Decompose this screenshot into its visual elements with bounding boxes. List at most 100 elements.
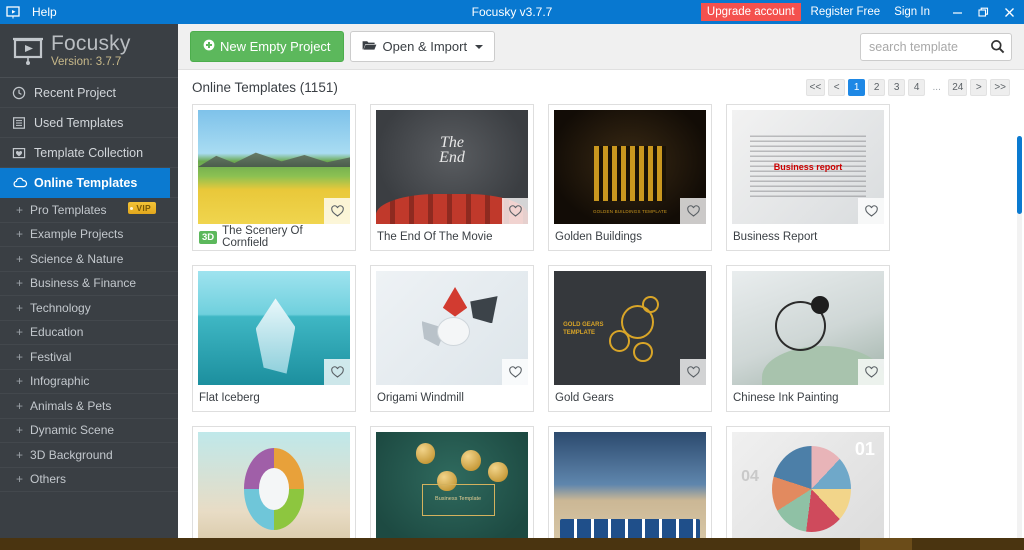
search-icon[interactable] — [990, 39, 1005, 59]
template-thumbnail[interactable] — [376, 271, 528, 385]
close-icon[interactable] — [996, 0, 1022, 24]
pagination-page-3[interactable]: 3 — [888, 78, 906, 96]
sidebar-category-example-projects[interactable]: + Example Projects — [0, 223, 178, 247]
thumbnail-art-gear — [633, 341, 653, 363]
template-thumbnail[interactable] — [554, 432, 706, 538]
sidebar-category-business-finance[interactable]: + Business & Finance — [0, 272, 178, 296]
sidebar-category-label: Animals & Pets — [30, 398, 112, 413]
sidebar-item-label: Used Templates — [34, 115, 124, 130]
expand-plus-icon: + — [16, 202, 24, 217]
template-card[interactable]: Business Template — [370, 426, 534, 538]
pagination-page-2[interactable]: 2 — [868, 78, 886, 96]
template-card[interactable] — [548, 426, 712, 538]
template-card-footer: Origami Windmill — [376, 385, 528, 411]
template-card[interactable]: The End The End Of The Movie — [370, 104, 534, 251]
pagination-page-24[interactable]: 24 — [948, 78, 968, 96]
sidebar-category-infographic[interactable]: + Infographic — [0, 370, 178, 394]
template-card[interactable]: Business report Business Report — [726, 104, 890, 251]
heart-icon[interactable] — [680, 198, 706, 224]
presentation-screen-icon — [8, 36, 48, 66]
sidebar-category-label: Others — [30, 472, 67, 487]
sidebar-category-technology[interactable]: + Technology — [0, 296, 178, 321]
taskbar-active-window[interactable] — [860, 538, 912, 550]
template-thumbnail[interactable]: Business report — [732, 110, 884, 224]
heart-icon[interactable] — [502, 198, 528, 224]
menu-help[interactable]: Help — [26, 0, 63, 24]
sign-in-link[interactable]: Sign In — [894, 6, 930, 18]
page-title: Online Templates (1151) — [192, 79, 338, 95]
template-thumbnail[interactable]: Business Template — [376, 432, 528, 538]
upgrade-account-button[interactable]: Upgrade account — [700, 3, 801, 21]
template-card[interactable]: 3D The Scenery Of Cornfield — [192, 104, 356, 251]
scrollbar-thumb[interactable] — [1017, 136, 1022, 214]
pagination-first[interactable]: << — [805, 78, 826, 96]
pagination-next[interactable]: > — [970, 78, 988, 96]
os-taskbar — [0, 538, 1024, 550]
pagination-page-1[interactable]: 1 — [848, 78, 866, 96]
template-row: 3D The Scenery Of Cornfield The End The E… — [192, 104, 1010, 251]
sidebar-item-label: Template Collection — [34, 145, 144, 160]
template-row: Flat Iceberg Origami Windmill GOLD GEARS… — [192, 265, 1010, 412]
template-thumbnail[interactable] — [198, 110, 350, 224]
template-thumbnail[interactable] — [198, 432, 350, 538]
template-card-footer: 3D The Scenery Of Cornfield — [198, 224, 350, 250]
heart-icon[interactable] — [680, 359, 706, 385]
heart-icon[interactable] — [324, 198, 350, 224]
template-title: Gold Gears — [555, 392, 614, 404]
template-card[interactable]: Chinese Ink Painting — [726, 265, 890, 412]
heart-icon[interactable] — [858, 198, 884, 224]
vertical-scrollbar[interactable] — [1017, 136, 1022, 550]
cloud-icon — [12, 177, 34, 189]
template-thumbnail[interactable]: 01 04 — [732, 432, 884, 538]
open-import-button[interactable]: Open & Import — [349, 31, 496, 62]
template-title: The Scenery Of Cornfield — [222, 225, 303, 249]
template-thumbnail[interactable] — [732, 271, 884, 385]
new-empty-project-button[interactable]: New Empty Project — [190, 31, 344, 62]
sidebar-item-recent-project[interactable]: Recent Project — [0, 78, 178, 108]
search-input[interactable] — [861, 34, 979, 59]
template-card[interactable]: 01 04 — [726, 426, 890, 538]
title-bar: Help Focusky v3.7.7 Upgrade account Regi… — [0, 0, 1024, 24]
thumbnail-art-ornament — [415, 443, 436, 464]
thumbnail-art-text: 01 — [854, 438, 875, 459]
pagination-prev[interactable]: < — [828, 78, 846, 96]
sidebar-item-used-templates[interactable]: Used Templates — [0, 108, 178, 138]
sidebar-category-festival[interactable]: + Festival — [0, 345, 178, 370]
template-card[interactable]: Origami Windmill — [370, 265, 534, 412]
heart-icon[interactable] — [324, 359, 350, 385]
template-card[interactable]: GOLDEN BUILDINGS TEMPLATE Golden Buildin… — [548, 104, 712, 251]
toolbar: New Empty Project Open & Import — [178, 24, 1024, 70]
template-thumbnail[interactable]: GOLDEN BUILDINGS TEMPLATE — [554, 110, 706, 224]
open-import-label: Open & Import — [382, 39, 468, 54]
template-card[interactable]: GOLD GEARS TEMPLATE Gold Gears — [548, 265, 712, 412]
sidebar-category-label: Dynamic Scene — [30, 423, 115, 438]
heart-icon[interactable] — [858, 359, 884, 385]
minimize-icon[interactable] — [944, 0, 970, 24]
sidebar-category-label: Example Projects — [30, 227, 124, 242]
sidebar-category-others[interactable]: + Others — [0, 468, 178, 492]
pagination: << < 1 2 3 4 ... 24 > >> — [805, 78, 1010, 96]
heart-icon[interactable] — [502, 359, 528, 385]
pagination-page-4[interactable]: 4 — [908, 78, 926, 96]
sidebar-item-online-templates[interactable]: Online Templates — [0, 167, 178, 198]
pagination-last[interactable]: >> — [990, 78, 1010, 96]
sidebar-category-education[interactable]: + Education — [0, 321, 178, 345]
sidebar-category-pro-templates[interactable]: + Pro Templates VIP — [0, 198, 178, 223]
sidebar-category-science-nature[interactable]: + Science & Nature — [0, 247, 178, 272]
template-card[interactable] — [192, 426, 356, 538]
template-thumbnail[interactable]: The End — [376, 110, 528, 224]
sidebar-category-label: 3D Background — [30, 447, 113, 462]
sidebar-category-dynamic-scene[interactable]: + Dynamic Scene — [0, 419, 178, 443]
template-thumbnail[interactable] — [198, 271, 350, 385]
register-free-link[interactable]: Register Free — [811, 6, 881, 18]
template-title: Golden Buildings — [555, 231, 642, 243]
search-box[interactable] — [860, 32, 1012, 61]
new-empty-project-label: New Empty Project — [220, 39, 331, 54]
template-thumbnail[interactable]: GOLD GEARS TEMPLATE — [554, 271, 706, 385]
sidebar-category-3d-background[interactable]: + 3D Background — [0, 443, 178, 468]
restore-icon[interactable] — [970, 0, 996, 24]
sidebar-category-animals-pets[interactable]: + Animals & Pets — [0, 394, 178, 419]
sidebar-item-template-collection[interactable]: Template Collection — [0, 138, 178, 168]
template-card[interactable]: Flat Iceberg — [192, 265, 356, 412]
thumbnail-art-buildings — [593, 146, 667, 202]
